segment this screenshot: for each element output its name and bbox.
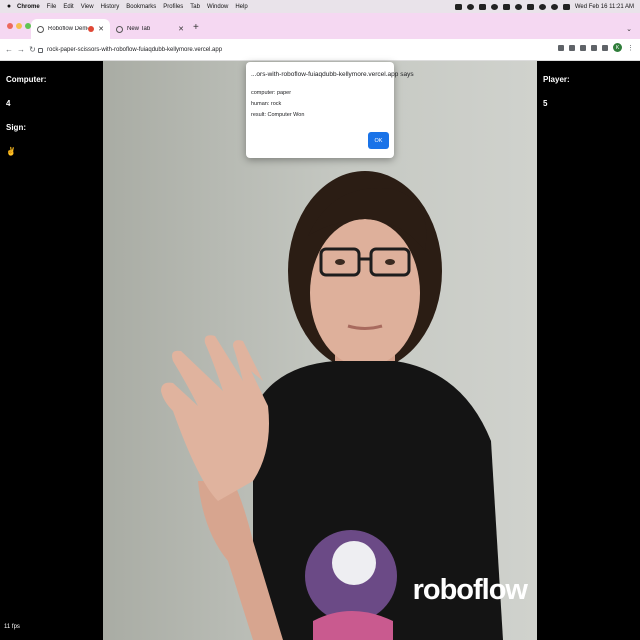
menu-bar-clock[interactable]: Wed Feb 16 11:21 AM [575,4,634,10]
fps-counter: 11 fps [4,624,20,630]
tab-roboflow-demo[interactable]: Roboflow Demo ✕ [31,19,110,39]
globe-icon [116,25,123,33]
alert-line-human: human: rock [251,101,282,107]
tab-search-chevron-icon[interactable]: ⌄ [626,25,632,33]
back-arrow-icon[interactable]: ← [5,45,13,54]
menu-edit[interactable]: Edit [63,4,73,10]
alert-line-computer: computer: paper [251,90,292,96]
window-close-button[interactable] [7,23,13,29]
player-label: Player: [543,75,570,84]
menu-help[interactable]: Help [235,4,247,10]
menu-window[interactable]: Window [207,4,228,10]
extensions-puzzle-icon[interactable] [591,44,597,51]
toolbar-actions: K ⋮ [558,43,634,52]
roboflow-watermark: roboflow [412,574,528,606]
lock-icon[interactable] [38,47,43,53]
forward-arrow-icon[interactable]: → [17,45,25,54]
menu-tab[interactable]: Tab [190,4,200,10]
menu-profiles[interactable]: Profiles [163,4,183,10]
menu-bar-status-area: Wed Feb 16 11:21 AM [454,0,634,13]
spotlight-search-icon[interactable] [550,3,558,10]
computer-label: Computer: [6,75,47,84]
computer-panel: Computer: 4 Sign: ✌ 11 fps [0,61,103,640]
wifi-icon[interactable] [538,3,546,10]
more-menu-icon[interactable]: ⋮ [627,44,634,52]
share-icon[interactable] [569,44,575,51]
player-score: 5 [543,99,548,108]
menu-app-chrome[interactable]: Chrome [17,4,40,10]
globe-icon [37,25,44,33]
new-tab-button[interactable]: + [193,23,199,33]
menu-view[interactable]: View [81,4,94,10]
browser-tab-strip: Roboflow Demo ✕ New Tab ✕ + ⌄ [0,13,640,39]
sign-label: Sign: [6,123,26,132]
close-tab-icon[interactable]: ✕ [98,25,104,33]
battery-icon[interactable] [526,3,534,10]
extension-status-icon[interactable] [478,3,486,10]
address-bar-url[interactable]: rock-paper-scissors-with-roboflow-fuiaqd… [47,47,222,53]
reload-icon[interactable]: ↻ [29,45,36,54]
menu-history[interactable]: History [101,4,120,10]
apple-icon[interactable]: ● [5,3,13,11]
camera-in-use-icon[interactable] [558,44,564,51]
control-center-icon[interactable] [562,3,570,10]
bluetooth-icon[interactable] [502,3,510,10]
profile-avatar[interactable]: K [613,43,622,52]
tab-new-tab[interactable]: New Tab ✕ [110,19,190,39]
address-bar[interactable]: rock-paper-scissors-with-roboflow-fuiaqd… [38,43,602,57]
macos-menu-bar: ● Chrome File Edit View History Bookmark… [0,0,640,13]
computer-score: 4 [6,99,11,108]
window-controls [7,23,31,29]
recording-indicator-icon [88,26,95,32]
sign-value: ✌ [6,147,16,156]
tab-title: Roboflow Demo [48,26,89,32]
screen-record-icon[interactable] [454,3,462,10]
close-tab-icon[interactable]: ✕ [178,25,184,33]
alert-ok-button[interactable]: OK [368,132,389,149]
menu-bookmarks[interactable]: Bookmarks [126,4,156,10]
alert-title: ...ors-with-roboflow-fuiaqdubb-kellymore… [251,71,414,78]
player-panel: Player: 5 [537,61,640,640]
sync-icon[interactable] [490,3,498,10]
volume-icon[interactable] [514,3,522,10]
browser-toolbar: ← → ↻ rock-paper-scissors-with-roboflow-… [0,39,640,61]
alert-line-result: result: Computer Won [251,112,305,118]
alert-dialog: ...ors-with-roboflow-fuiaqdubb-kellymore… [246,62,414,158]
window-minimize-button[interactable] [16,23,22,29]
tab-title: New Tab [127,26,151,32]
camera-icon[interactable] [466,3,474,10]
menu-file[interactable]: File [47,4,57,10]
media-controls-icon[interactable] [602,44,608,51]
bookmark-star-icon[interactable] [580,44,586,51]
